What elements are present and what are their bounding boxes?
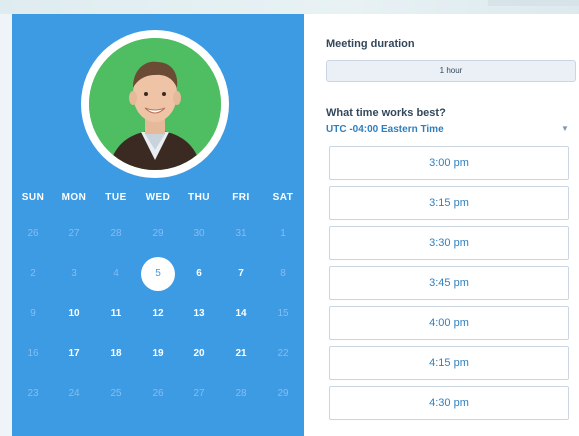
calendar-day[interactable]: 17 xyxy=(58,338,90,370)
booking-panel: Meeting duration 1 hour What time works … xyxy=(304,14,579,436)
host-photo-icon xyxy=(89,38,221,170)
calendar-day: 30 xyxy=(193,228,205,239)
calendar-day[interactable]: 10 xyxy=(58,298,90,330)
avatar-ring xyxy=(81,30,229,178)
chevron-down-icon[interactable]: ▼ xyxy=(561,124,569,133)
calendar-day: 25 xyxy=(110,388,122,399)
background-decoration xyxy=(488,0,579,6)
calendar-day[interactable]: 11 xyxy=(100,298,132,330)
calendar-day: 27 xyxy=(68,228,80,239)
calendar-day[interactable]: 21 xyxy=(225,338,257,370)
calendar-day: 26 xyxy=(27,228,39,239)
avatar xyxy=(89,38,221,170)
calendar-day[interactable]: 19 xyxy=(142,338,174,370)
calendar-day: 3 xyxy=(71,268,77,279)
calendar-day[interactable]: 7 xyxy=(225,258,257,290)
calendar-day: 28 xyxy=(110,228,122,239)
calendar-day: 28 xyxy=(235,388,247,399)
time-slot-button[interactable]: 3:00 pm xyxy=(329,146,569,180)
weekday-thu: THU xyxy=(187,192,211,203)
duration-select[interactable]: 1 hour xyxy=(326,60,576,82)
time-question: What time works best? xyxy=(326,107,446,119)
calendar-day: 24 xyxy=(68,388,80,399)
weekday-tue: TUE xyxy=(105,192,127,203)
time-slot-button[interactable]: 3:30 pm xyxy=(329,226,569,260)
calendar-day[interactable]: 6 xyxy=(183,258,215,290)
weekday-mon: MON xyxy=(61,192,87,203)
duration-label: Meeting duration xyxy=(326,38,415,50)
calendar-day[interactable]: 13 xyxy=(183,298,215,330)
calendar-day: 4 xyxy=(113,268,119,279)
calendar-day: 16 xyxy=(27,348,39,359)
calendar-day[interactable]: 18 xyxy=(100,338,132,370)
calendar-day[interactable]: 14 xyxy=(225,298,257,330)
weekday-sat: SAT xyxy=(272,192,294,203)
weekday-fri: FRI xyxy=(232,192,250,203)
calendar-day-selected[interactable]: 5 xyxy=(141,257,175,291)
weekday-wed: WED xyxy=(145,192,171,203)
calendar-day: 9 xyxy=(30,308,36,319)
time-slot-button[interactable]: 3:15 pm xyxy=(329,186,569,220)
calendar-day: 27 xyxy=(193,388,205,399)
timezone-select[interactable]: UTC -04:00 Eastern Time xyxy=(326,124,566,135)
weekday-header: SUN MON TUE WED THU FRI SAT xyxy=(12,192,304,208)
calendar-day: 29 xyxy=(152,228,164,239)
calendar-day: 29 xyxy=(277,388,289,399)
calendar-day: 15 xyxy=(277,308,289,319)
calendar-day: 2 xyxy=(30,268,36,279)
calendar-day: 26 xyxy=(152,388,164,399)
calendar-day: 22 xyxy=(277,348,289,359)
time-slot-button[interactable]: 3:45 pm xyxy=(329,266,569,300)
calendar-day: 1 xyxy=(280,228,286,239)
weekday-sun: SUN xyxy=(21,192,45,203)
calendar-day[interactable]: 12 xyxy=(142,298,174,330)
calendar-day: 31 xyxy=(235,228,247,239)
time-slot-button[interactable]: 4:00 pm xyxy=(329,306,569,340)
time-slot-button[interactable]: 4:30 pm xyxy=(329,386,569,420)
calendar-day[interactable]: 20 xyxy=(183,338,215,370)
calendar-day: 8 xyxy=(280,268,286,279)
time-slot-button[interactable]: 4:15 pm xyxy=(329,346,569,380)
calendar-day: 23 xyxy=(27,388,39,399)
background-strip xyxy=(0,0,579,14)
calendar-panel: SUN MON TUE WED THU FRI SAT 26 27 28 29 30 31… xyxy=(12,14,304,436)
